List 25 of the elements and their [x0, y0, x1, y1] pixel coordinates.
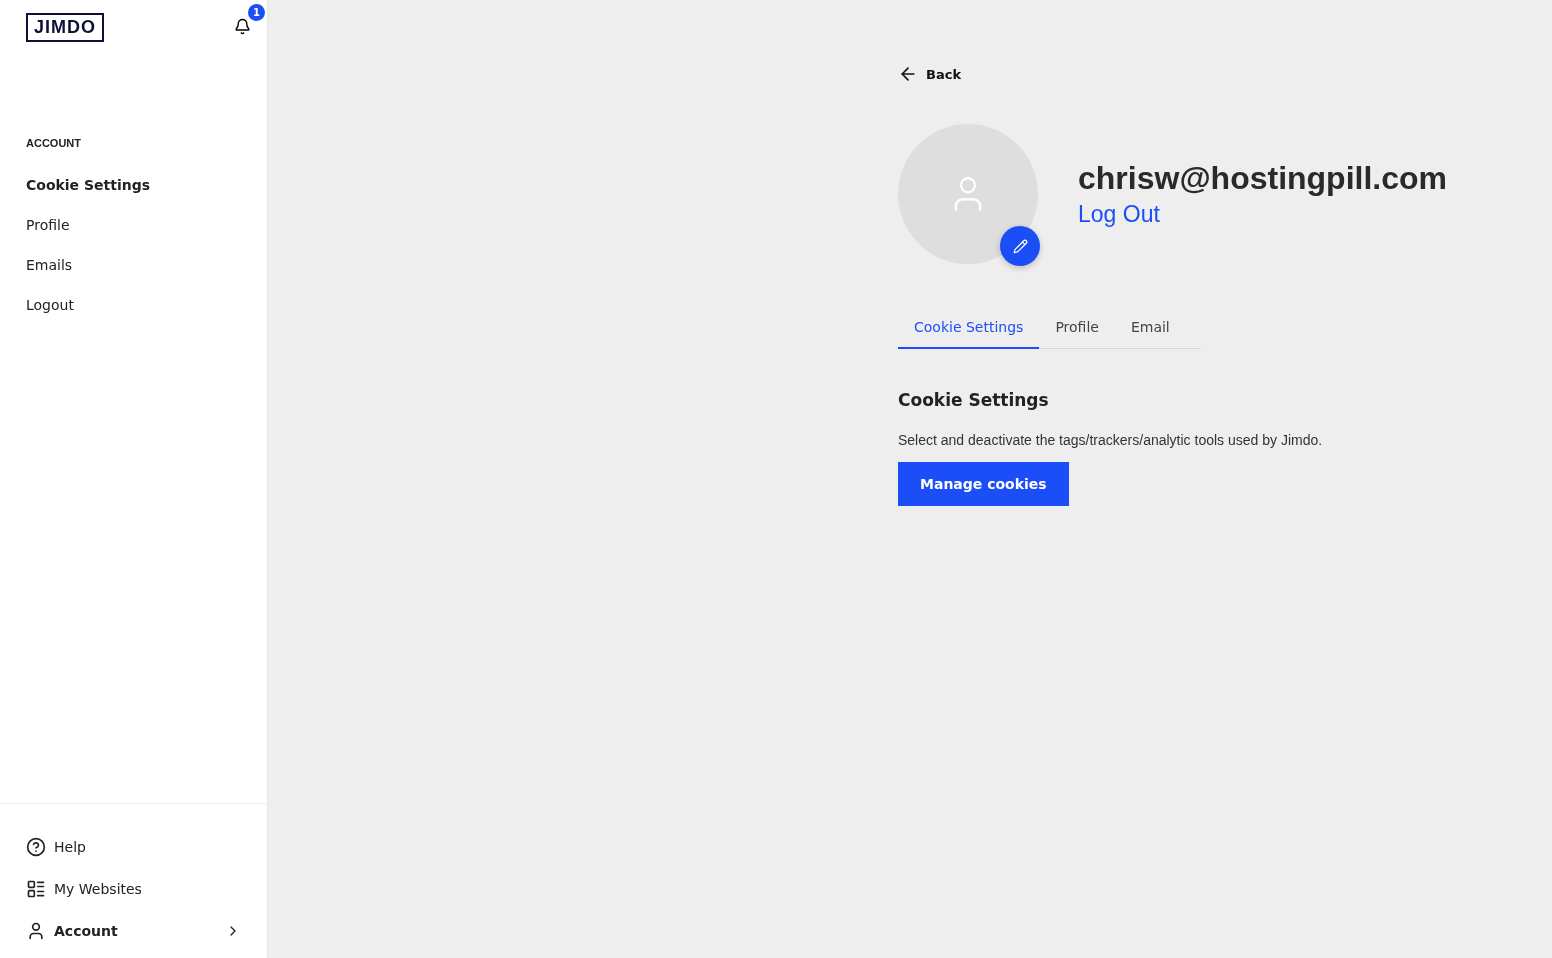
- user-icon: [26, 921, 46, 941]
- back-link[interactable]: Back: [898, 64, 962, 84]
- sidebar-footer-item[interactable]: My Websites: [0, 868, 267, 910]
- sidebar-item[interactable]: Emails: [0, 245, 267, 285]
- edit-avatar-button[interactable]: [1000, 226, 1040, 266]
- section-title: ACCOUNT: [25, 136, 82, 151]
- sidebar-footer-item[interactable]: Account: [0, 910, 267, 952]
- sidebar-item[interactable]: Logout: [0, 285, 267, 325]
- tab[interactable]: Cookie Settings: [898, 310, 1040, 349]
- help-icon: [26, 837, 46, 857]
- tab[interactable]: Profile: [1039, 310, 1115, 349]
- list-icon: [26, 879, 46, 899]
- account-email: chrisw@hostingpill.com: [1078, 160, 1447, 197]
- section-description: Select and deactivate the tags/trackers/analytic tools used by Jimdo.: [898, 432, 1324, 448]
- logo[interactable]: JIMDO: [26, 13, 104, 42]
- tab[interactable]: Email: [1114, 310, 1186, 349]
- sidebar-footer-item[interactable]: Help: [0, 826, 267, 868]
- pencil-icon: [1012, 238, 1028, 254]
- notification-count: 1: [248, 4, 265, 21]
- log-out-link[interactable]: Log Out: [1078, 201, 1160, 228]
- sidebar-item[interactable]: Cookie Settings: [0, 165, 267, 205]
- notification-bell-icon[interactable]: [234, 18, 251, 35]
- sidebar-item[interactable]: Profile: [0, 205, 267, 245]
- section-heading: Cookie Settings: [898, 390, 1050, 410]
- manage-cookies-button[interactable]: Manage cookies: [898, 462, 1069, 506]
